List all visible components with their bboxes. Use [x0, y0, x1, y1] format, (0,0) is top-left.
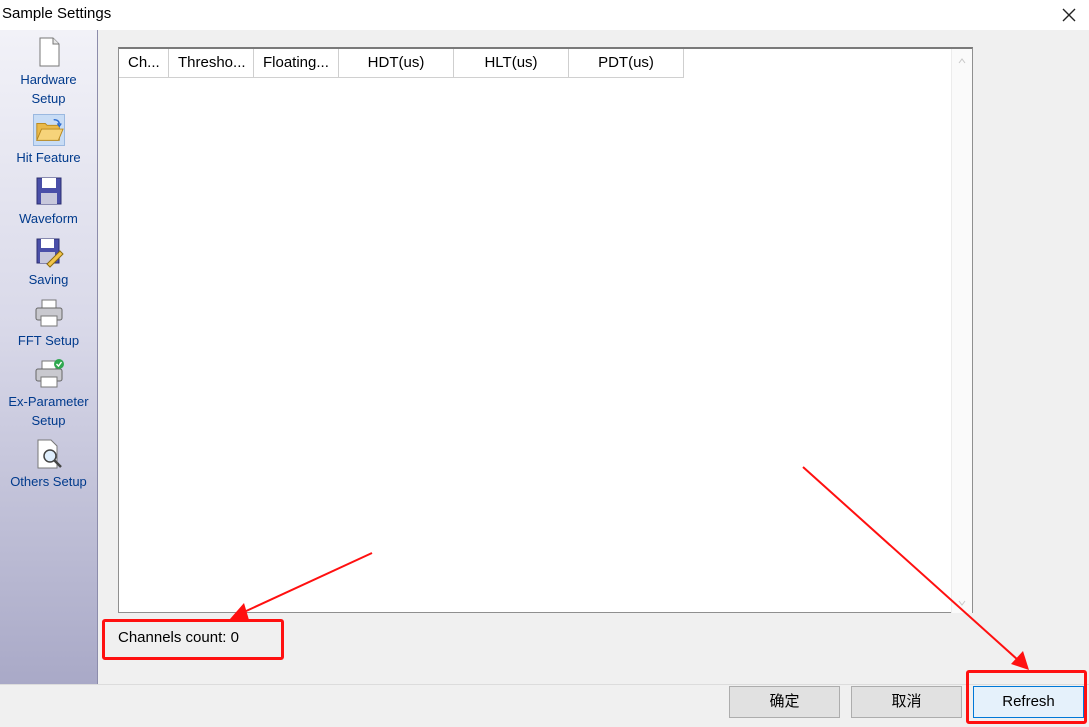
save-edit-icon [36, 238, 64, 268]
sidebar-item-label: FFT Setup [17, 333, 80, 348]
floppy-disk-icon [36, 177, 61, 205]
column-header-hlt[interactable]: HLT(us) [454, 49, 569, 77]
window-title: Sample Settings [2, 5, 112, 22]
sidebar-item-label: Waveform [19, 211, 78, 226]
ok-button[interactable]: 确定 [729, 686, 840, 718]
sidebar-item-saving[interactable]: Saving [0, 236, 97, 289]
sidebar-item-hit-feature[interactable]: Hit Feature [0, 114, 97, 167]
document-icon [39, 37, 59, 67]
document-search-icon [37, 439, 62, 469]
printer-icon [35, 299, 62, 327]
channel-table[interactable]: Ch... Thresho... Floating... HDT(us) HLT… [118, 47, 973, 613]
scroll-down-icon[interactable] [958, 599, 966, 607]
sidebar-item-ex-parameter-setup[interactable]: Ex-Parameter Setup [0, 358, 97, 430]
sidebar-item-others-setup[interactable]: Others Setup [0, 438, 97, 491]
column-header-floating[interactable]: Floating... [254, 49, 339, 77]
sidebar-item-waveform[interactable]: Waveform [0, 175, 97, 228]
close-icon[interactable] [1058, 4, 1080, 26]
sidebar-item-fft-setup[interactable]: FFT Setup [0, 297, 97, 350]
column-header-pdt[interactable]: PDT(us) [569, 49, 684, 77]
sidebar-item-label: Ex-Parameter Setup [8, 394, 89, 428]
sidebar-item-label: Hardware Setup [20, 72, 77, 106]
folder-open-icon [32, 114, 65, 146]
column-header-threshold[interactable]: Thresho... [169, 49, 254, 77]
sidebar-item-label: Saving [28, 272, 69, 287]
table-header: Ch... Thresho... Floating... HDT(us) HLT… [119, 49, 684, 78]
title-bar: Sample Settings [0, 0, 1089, 30]
scroll-up-icon[interactable] [958, 57, 966, 65]
sidebar-item-label: Others Setup [10, 474, 87, 489]
sidebar-item-label: Hit Feature [16, 150, 81, 165]
sidebar: Hardware Setup Hit Feature Waveform Savi… [0, 30, 98, 684]
vertical-scrollbar[interactable] [951, 49, 972, 613]
column-header-hdt[interactable]: HDT(us) [339, 49, 454, 77]
annotation-box-refresh [966, 670, 1087, 724]
sidebar-item-hardware-setup[interactable]: Hardware Setup [0, 36, 97, 108]
cancel-button[interactable]: 取消 [851, 686, 962, 718]
printer-check-icon [35, 359, 64, 388]
column-header-ch[interactable]: Ch... [119, 49, 169, 77]
annotation-box-channels [102, 619, 284, 660]
